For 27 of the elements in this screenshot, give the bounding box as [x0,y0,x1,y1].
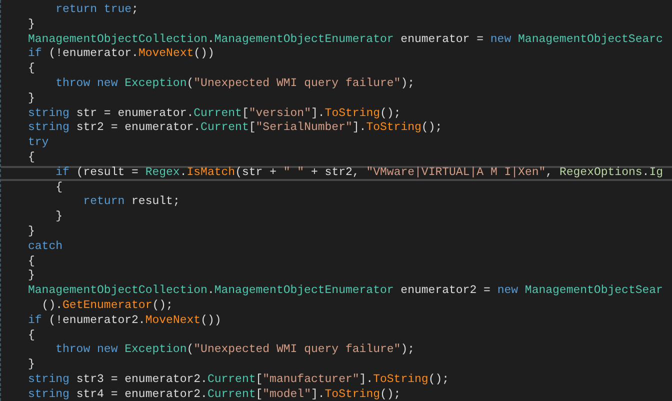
code-line: ManagementObjectCollection.ManagementObjectEnumerator enumerator2 = new ManagementObjectSear [27,284,664,299]
code-line: ManagementObjectCollection.ManagementObjectEnumerator enumerator = new ManagementObjectSearc [27,32,664,48]
code-line: string str = enumerator.Current["version"].ToString(); [27,106,402,122]
code-line: string str4 = enumerator2.Current["model"].ToString(); [27,388,402,401]
code-line: } [54,210,64,225]
code-line: string str3 = enumerator2.Current["manufacturer"].ToString(); [27,372,450,388]
code-line: { [27,150,36,166]
code-line: throw new Exception("Unexpected WMI query failure"); [54,76,416,92]
code-line: { [27,62,36,77]
code-line: return result; [82,195,181,210]
code-line: if (!enumerator2.MoveNext()) [27,314,222,329]
code-line: } [27,18,36,33]
code-line: string str2 = enumerator.Current["SerialNumber"].ToString(); [27,121,444,136]
code-line: { [54,180,64,196]
code-line: { [27,254,36,270]
code-line: if (!enumerator.MoveNext()) [27,47,216,62]
code-line: throw new Exception("Unexpected WMI query failure"); [54,343,416,358]
code-line: return true; [54,3,140,18]
code-line: } [27,224,36,240]
code-line: ().GetEnumerator(); [40,298,174,314]
code-line: catch [27,240,64,255]
code-line: } [27,358,36,373]
code-line: { [27,328,36,344]
code-line: if (result = Regex.IsMatch(str + " " + str2, "VMware|VIRTUAL|A M I|Xen", RegexOptions.Ig [1,166,672,181]
code-line: } [27,269,36,284]
code-line: } [27,92,36,107]
code-line: try [27,136,50,151]
